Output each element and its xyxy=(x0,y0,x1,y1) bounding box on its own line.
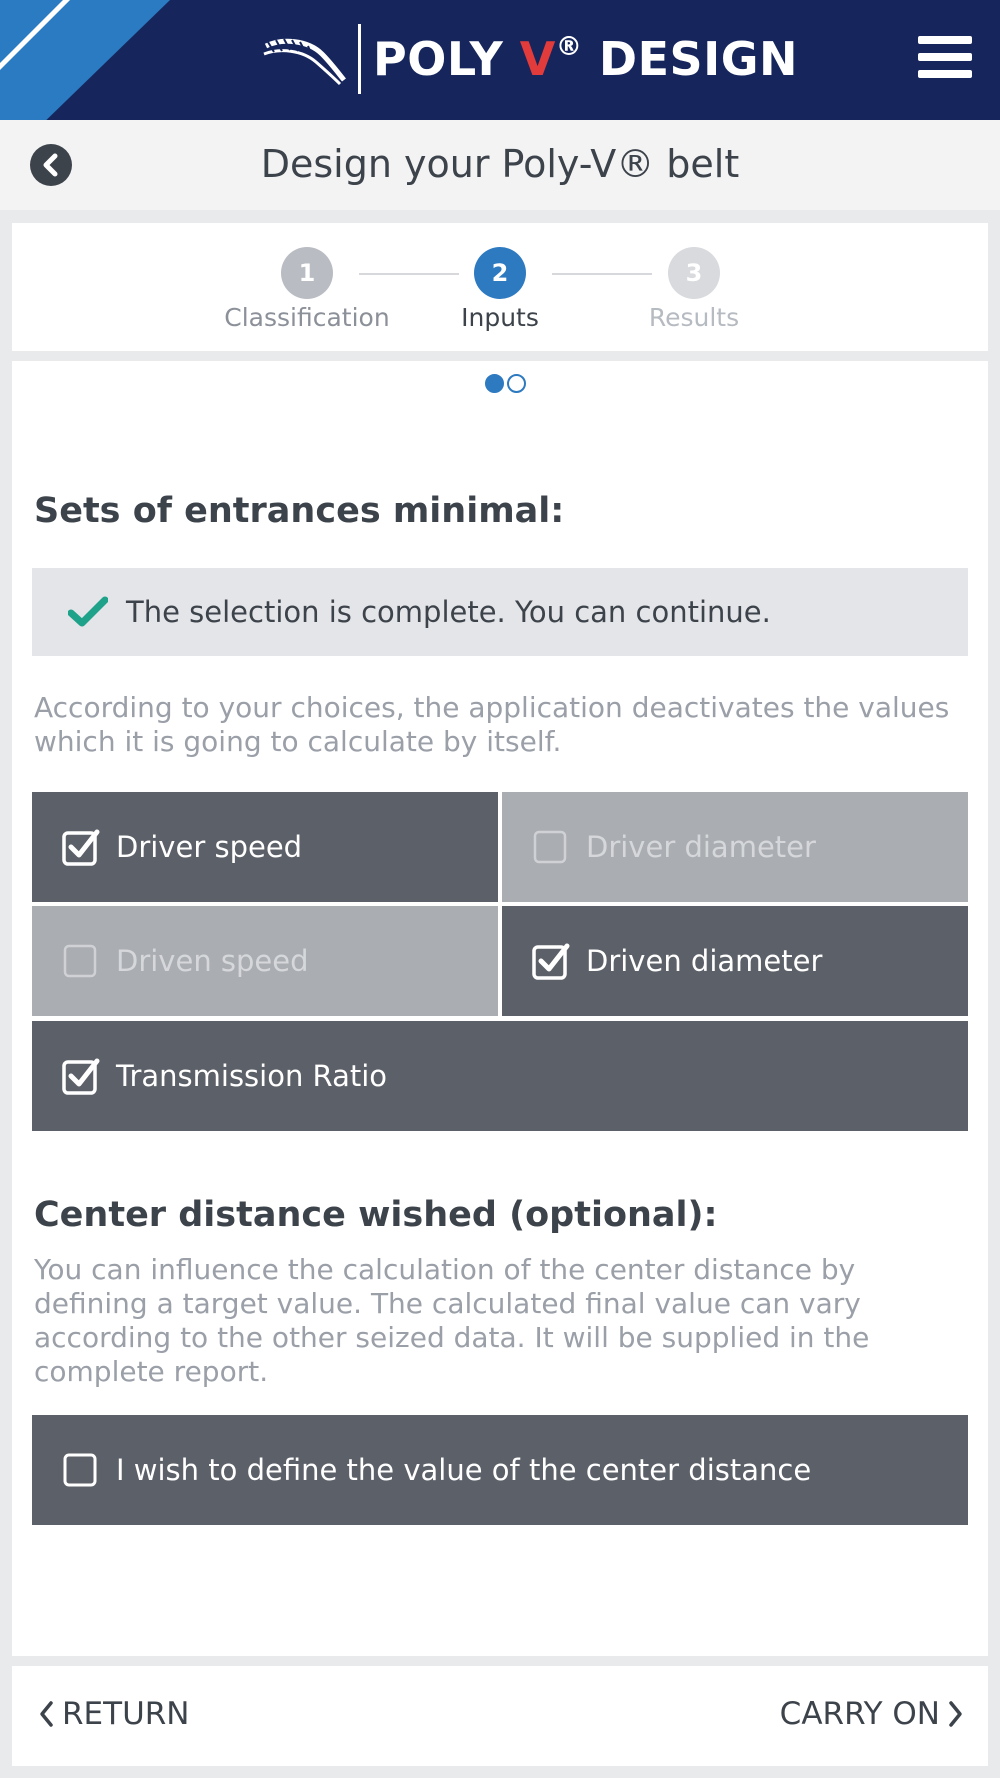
option-label: Driven diameter xyxy=(586,944,823,978)
option-label: Driver speed xyxy=(116,830,303,864)
app-header: POLY V® DESIGN xyxy=(0,0,1000,120)
checkbox-checked-icon xyxy=(62,1058,100,1095)
checkbox-checked-icon xyxy=(532,943,570,980)
step-label: Inputs xyxy=(461,303,539,332)
carry-on-button[interactable]: CARRY ON xyxy=(780,1696,964,1732)
selection-complete-notice: The selection is complete. You can conti… xyxy=(32,568,968,656)
option-label: Transmission Ratio xyxy=(116,1059,388,1093)
hamburger-menu-icon[interactable] xyxy=(918,36,972,84)
progress-stepper: 1 Classification 2 Inputs 3 Results xyxy=(12,223,988,351)
chevron-left-icon xyxy=(40,1701,53,1727)
step-number: 3 xyxy=(668,247,720,299)
step-label: Classification xyxy=(224,303,390,332)
page-dot-2[interactable] xyxy=(507,374,526,393)
checkbox-unchecked-icon xyxy=(63,1453,97,1487)
option-define-center-distance[interactable]: I wish to define the value of the center… xyxy=(32,1415,968,1525)
inputs-panel: Sets of entrances minimal: The selection… xyxy=(12,361,988,1656)
option-label: I wish to define the value of the center… xyxy=(116,1453,812,1487)
checkbox-unchecked-icon xyxy=(533,830,567,864)
checkbox-checked-icon xyxy=(62,829,100,866)
option-driven-speed: Driven speed xyxy=(32,906,498,1016)
page-header: Design your Poly-V® belt xyxy=(0,120,1000,210)
chevron-right-icon xyxy=(949,1701,962,1727)
step-number: 2 xyxy=(474,247,526,299)
center-distance-help-text: You can influence the calculation of the… xyxy=(34,1253,870,1388)
page-indicator xyxy=(485,374,526,393)
option-transmission-ratio[interactable]: Transmission Ratio xyxy=(32,1021,968,1131)
notice-text: The selection is complete. You can conti… xyxy=(126,595,771,629)
checkmark-icon xyxy=(68,596,108,627)
back-button[interactable] xyxy=(30,144,72,186)
checkbox-unchecked-icon xyxy=(63,944,97,978)
option-driver-diameter: Driver diameter xyxy=(502,792,968,902)
page-dot-1[interactable] xyxy=(485,374,504,393)
chevron-left-icon xyxy=(43,153,58,177)
section-title-entrances: Sets of entrances minimal: xyxy=(34,491,565,531)
step-number: 1 xyxy=(281,247,333,299)
belt-logo-icon xyxy=(263,38,346,86)
return-button[interactable]: RETURN xyxy=(38,1696,189,1732)
option-label: Driven speed xyxy=(116,944,309,978)
option-driven-diameter[interactable]: Driven diameter xyxy=(502,906,968,1016)
step-label: Results xyxy=(648,303,740,332)
return-label: RETURN xyxy=(62,1696,190,1732)
bottom-navigation: RETURN CARRY ON xyxy=(12,1666,988,1766)
step-classification[interactable]: 1 Classification xyxy=(217,247,397,332)
step-inputs[interactable]: 2 Inputs xyxy=(410,247,590,332)
option-driver-speed[interactable]: Driver speed xyxy=(32,792,498,902)
page-title: Design your Poly-V® belt xyxy=(260,142,740,186)
section-title-center-distance: Center distance wished (optional): xyxy=(34,1195,718,1235)
carry-on-label: CARRY ON xyxy=(779,1696,940,1732)
entrances-help-text: According to your choices, the applicati… xyxy=(34,691,950,758)
brand-separator xyxy=(358,24,361,94)
header-corner-accent xyxy=(0,0,170,120)
option-label: Driver diameter xyxy=(586,830,816,864)
step-results: 3 Results xyxy=(604,247,784,332)
brand-logo[interactable]: POLY V® DESIGN xyxy=(262,22,798,96)
brand-name: POLY V® DESIGN xyxy=(373,31,799,86)
